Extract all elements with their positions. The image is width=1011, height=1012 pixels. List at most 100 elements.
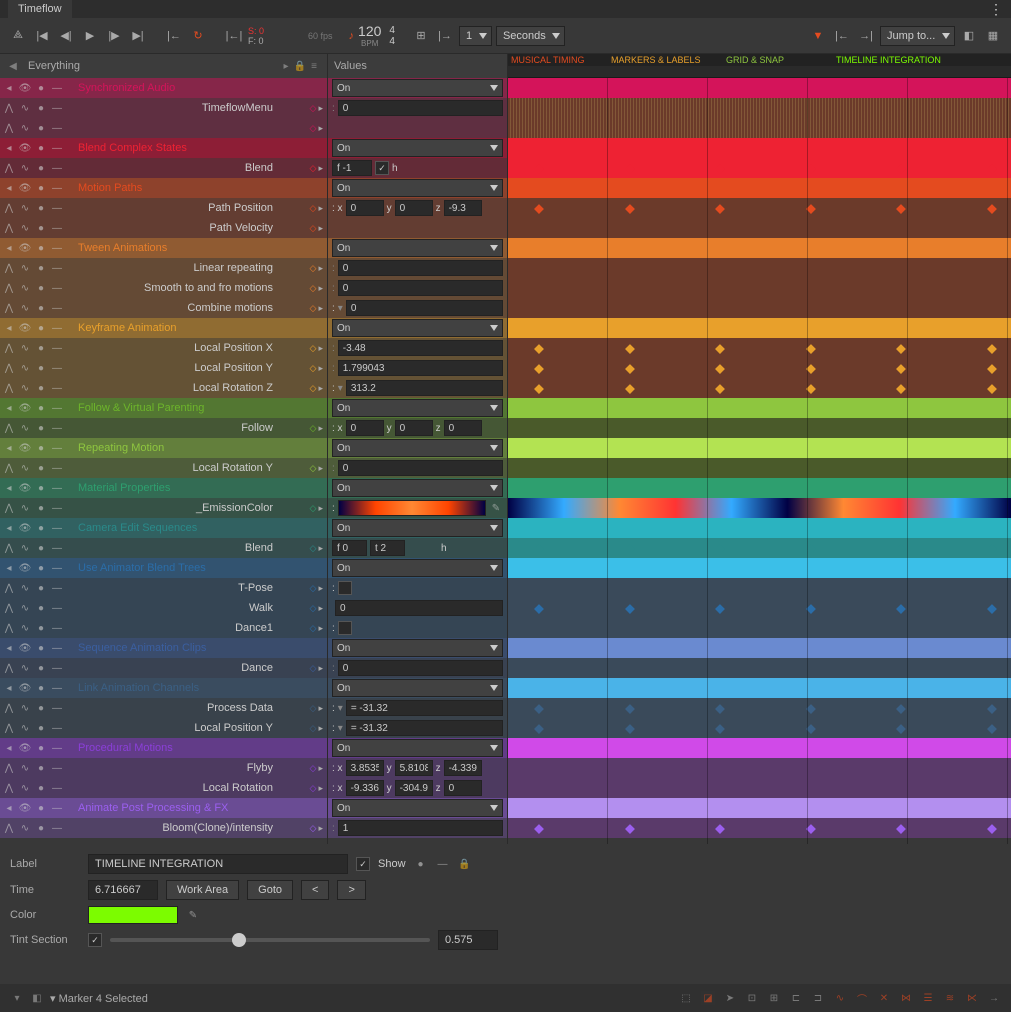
timeline-track[interactable] xyxy=(508,718,1011,738)
dash-icon[interactable]: — xyxy=(436,857,450,871)
track-row[interactable]: ⋀∿●—_EmissionColor◇▸ xyxy=(0,498,327,518)
dot-icon[interactable]: ● xyxy=(414,857,428,871)
step-back-icon[interactable]: ◀| xyxy=(56,26,76,46)
track-row[interactable]: ⋀∿●—Bloom(Clone)/intensity◇▸ xyxy=(0,818,327,838)
track-header[interactable]: ◂👁●—Follow & Virtual Parenting xyxy=(0,398,327,418)
value-row[interactable]: : xyz xyxy=(328,778,507,798)
timeline-track[interactable] xyxy=(508,578,1011,598)
value-row[interactable]: On xyxy=(328,398,507,418)
value-row[interactable]: :▾ xyxy=(328,378,507,398)
track-row[interactable]: ⋀∿●—Smooth to and fro motions◇▸ xyxy=(0,278,327,298)
value-row[interactable]: :✎ xyxy=(328,498,507,518)
track-header[interactable]: ◂👁●—Camera Edit Sequences xyxy=(0,518,327,538)
lock-icon[interactable]: 🔒 xyxy=(458,857,472,871)
marker-bar[interactable]: MUSICAL TIMING MARKERS & LABELS GRID & S… xyxy=(508,54,1011,66)
timeline-track[interactable] xyxy=(508,478,1011,498)
track-header[interactable]: ◂👁●—Motion Paths xyxy=(0,178,327,198)
bounds-icon[interactable]: ⬚ xyxy=(679,991,693,1005)
goto-button[interactable]: Goto xyxy=(247,880,293,900)
show-checkbox[interactable]: ✓ xyxy=(356,857,370,871)
timeline-track[interactable] xyxy=(508,558,1011,578)
arrow-icon[interactable]: ⟁ xyxy=(8,26,28,46)
timeline-track[interactable] xyxy=(508,658,1011,678)
value-row[interactable]: On xyxy=(328,638,507,658)
track-row[interactable]: ⋀∿●—TimeflowMenu◇▸ xyxy=(0,98,327,118)
track-header[interactable]: ◂👁●—Synchronized Audio xyxy=(0,78,327,98)
timeline-track[interactable] xyxy=(508,398,1011,418)
value-row[interactable]: On xyxy=(328,798,507,818)
track-row[interactable]: ⋀∿●—Path Velocity◇▸ xyxy=(0,218,327,238)
timeline-track[interactable] xyxy=(508,758,1011,778)
timeline-track[interactable] xyxy=(508,378,1011,398)
value-row[interactable] xyxy=(328,598,507,618)
time-unit-select[interactable]: Seconds xyxy=(496,26,565,46)
timeline-track[interactable] xyxy=(508,818,1011,838)
value-row[interactable]: On xyxy=(328,78,507,98)
tool1-icon[interactable]: ⊡ xyxy=(745,991,759,1005)
goto-start-icon[interactable]: |◀ xyxy=(32,26,52,46)
color-swatch[interactable] xyxy=(88,906,178,924)
eyedropper-icon[interactable]: ✎ xyxy=(186,908,200,922)
play-icon[interactable]: ▶ xyxy=(80,26,100,46)
marker-2[interactable]: MARKERS & LABELS xyxy=(608,54,723,66)
label-input[interactable] xyxy=(88,854,348,874)
value-row[interactable]: On xyxy=(328,178,507,198)
pointer-icon[interactable]: ➤ xyxy=(723,991,737,1005)
track-row[interactable]: ⋀∿●—T-Pose◇▸ xyxy=(0,578,327,598)
track-header[interactable]: ◂👁●—Keyframe Animation xyxy=(0,318,327,338)
track-row[interactable]: ⋀∿●—Follow◇▸ xyxy=(0,418,327,438)
value-row[interactable]: On xyxy=(328,558,507,578)
value-row[interactable]: : xyz xyxy=(328,198,507,218)
track-header[interactable]: ◂👁●—Sequence Animation Clips xyxy=(0,638,327,658)
track-row[interactable]: ⋀∿●—Walk◇▸ xyxy=(0,598,327,618)
track-row[interactable]: ⋀∿●—Process Data◇▸ xyxy=(0,698,327,718)
time-value-select[interactable]: 1 xyxy=(459,26,492,46)
track-row[interactable]: ⋀∿●—Flyby◇▸ xyxy=(0,758,327,778)
timeline-track[interactable] xyxy=(508,538,1011,558)
value-row[interactable]: : xyxy=(328,98,507,118)
timeline-track[interactable] xyxy=(508,678,1011,698)
timeline-track[interactable] xyxy=(508,278,1011,298)
step-fwd-icon[interactable]: |▶ xyxy=(104,26,124,46)
track-header[interactable]: ◂👁●—Animate Post Processing & FX xyxy=(0,798,327,818)
timeline-track[interactable] xyxy=(508,198,1011,218)
timeline-track[interactable] xyxy=(508,298,1011,318)
value-row[interactable]: On xyxy=(328,478,507,498)
value-row[interactable]: :▾ xyxy=(328,718,507,738)
timeline-panel[interactable]: MUSICAL TIMING MARKERS & LABELS GRID & S… xyxy=(508,54,1011,844)
curve4-icon[interactable]: ⋈ xyxy=(899,991,913,1005)
timeline-track[interactable] xyxy=(508,78,1011,98)
curve3-icon[interactable]: ✕ xyxy=(877,991,891,1005)
timeline-track[interactable] xyxy=(508,178,1011,198)
track-header[interactable]: ◂👁●—Link Animation Channels xyxy=(0,678,327,698)
value-row[interactable]: : xyxy=(328,278,507,298)
settings-icon[interactable]: ▦ xyxy=(983,26,1003,46)
value-row[interactable]: : xyxy=(328,618,507,638)
flag-icon[interactable]: ▼ xyxy=(808,26,828,46)
value-row[interactable]: On xyxy=(328,518,507,538)
value-row[interactable]: : xyz xyxy=(328,418,507,438)
prev-button[interactable]: < xyxy=(301,880,329,900)
track-row[interactable]: ⋀∿●—Local Position X◇▸ xyxy=(0,338,327,358)
collapse-icon[interactable]: ▾ xyxy=(10,991,24,1005)
track-row[interactable]: ⋀∿●—Blend◇▸ xyxy=(0,158,327,178)
mode-icon[interactable]: ◪ xyxy=(701,991,715,1005)
jump-to-select[interactable]: Jump to... xyxy=(880,26,955,46)
value-row[interactable]: : xyxy=(328,458,507,478)
app-tab[interactable]: Timeflow xyxy=(8,0,72,18)
tool3-icon[interactable]: ⊏ xyxy=(789,991,803,1005)
timeline-track[interactable] xyxy=(508,638,1011,658)
timeline-track[interactable] xyxy=(508,498,1011,518)
track-row[interactable]: ⋀∿●—Linear repeating◇▸ xyxy=(0,258,327,278)
value-row[interactable]: On xyxy=(328,438,507,458)
tint-slider[interactable] xyxy=(110,938,430,942)
work-area-button[interactable]: Work Area xyxy=(166,880,239,900)
record-in-icon[interactable]: |←| xyxy=(224,26,244,46)
marker-1[interactable]: MUSICAL TIMING xyxy=(508,54,608,66)
timeline-track[interactable] xyxy=(508,418,1011,438)
timeline-track[interactable] xyxy=(508,338,1011,358)
value-row[interactable]: : xyxy=(328,258,507,278)
value-row[interactable]: On xyxy=(328,318,507,338)
timeline-track[interactable] xyxy=(508,618,1011,638)
value-row[interactable]: : xyxy=(328,358,507,378)
